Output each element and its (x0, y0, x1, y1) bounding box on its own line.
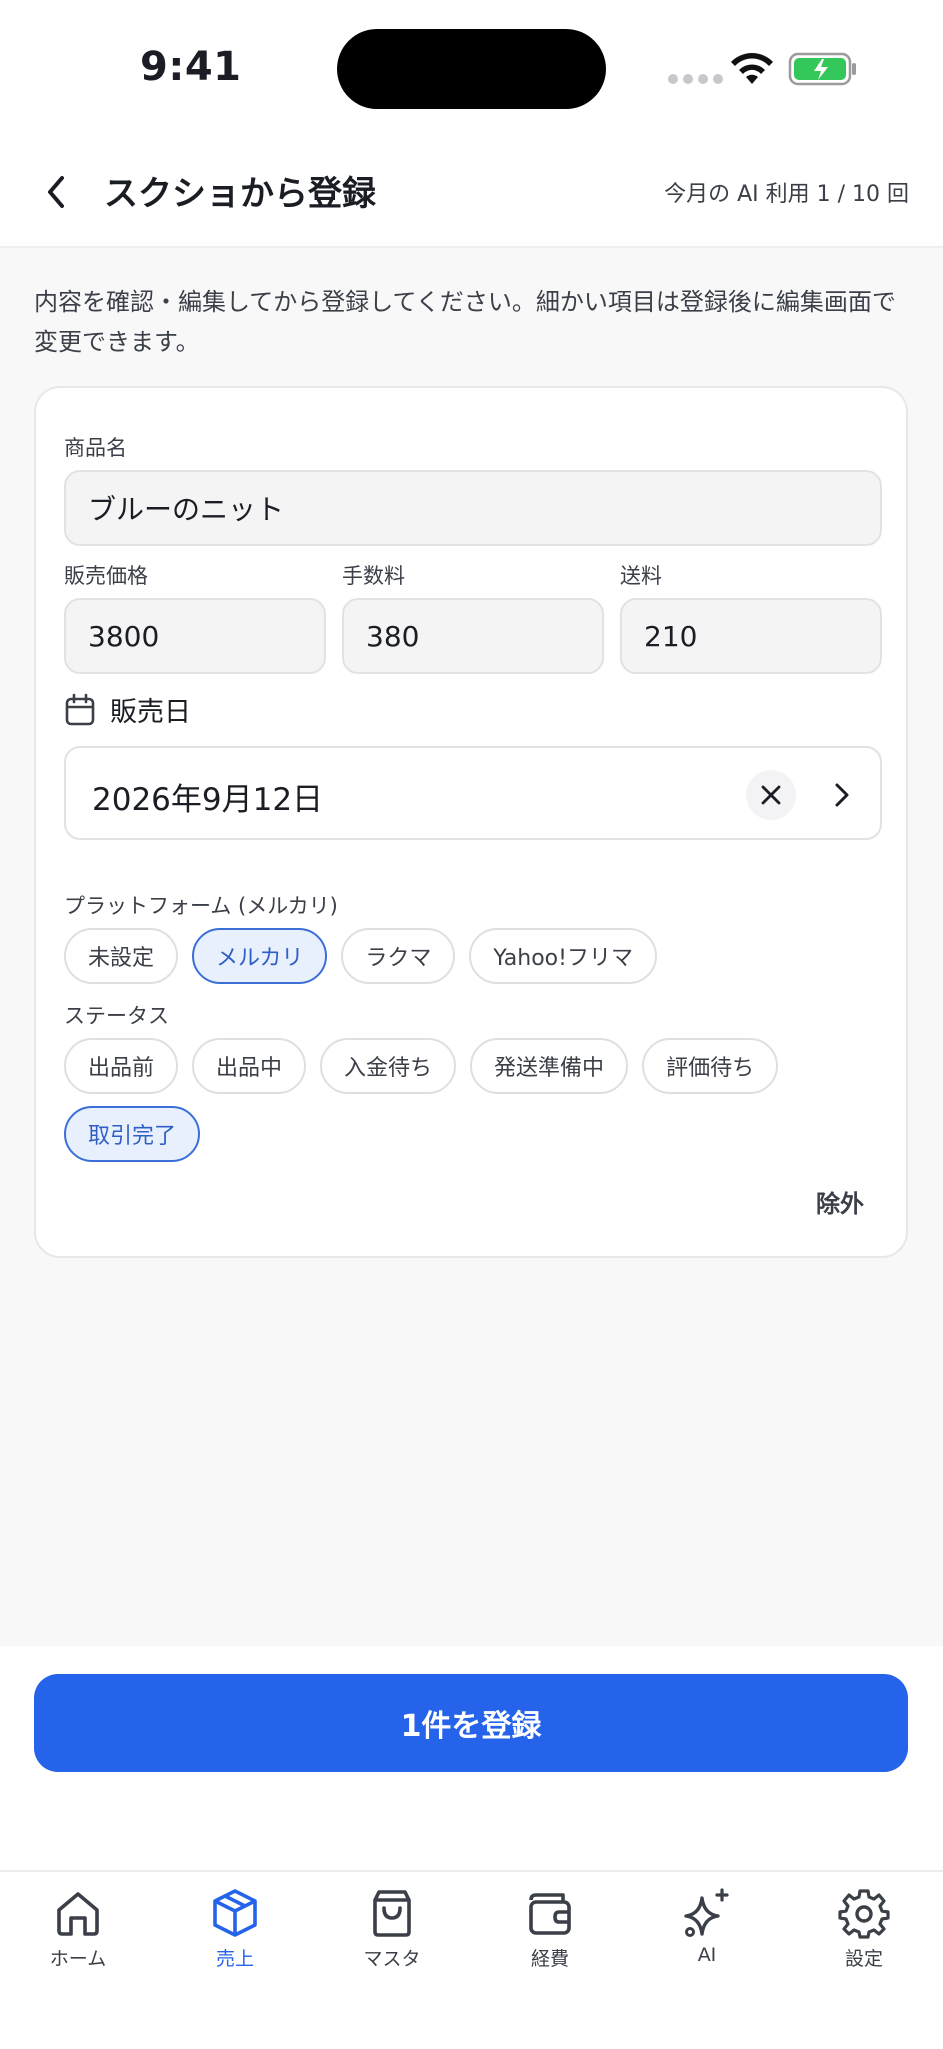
home-icon (57, 1892, 99, 1936)
tab-home-label: ホーム (49, 1948, 107, 1970)
sparkle-icon (684, 1888, 729, 1937)
tab-sales[interactable]: 売上 (165, 1886, 305, 1971)
exclude-button[interactable]: 除外 (816, 1184, 864, 1219)
signal-icon (668, 74, 723, 84)
tab-master-label: マスタ (363, 1948, 421, 1970)
status-chips: 出品前 出品中 入金待ち 発送準備中 評価待ち (64, 1038, 779, 1094)
tab-settings[interactable]: 設定 (794, 1886, 934, 1971)
platform-chip-rakuma[interactable]: ラクマ (341, 928, 456, 984)
dynamic-island (337, 29, 606, 109)
item-card: 商品名 ブルーのニット 販売価格 3800 手数料 380 送料 210 販売日… (34, 386, 908, 1258)
close-icon (761, 785, 781, 805)
wifi-icon (731, 53, 773, 84)
platform-chip-yahoo[interactable]: Yahoo!フリマ (469, 928, 657, 984)
chevron-left-icon (48, 176, 64, 208)
ai-usage-quota: 今月の AI 利用 1 / 10 回 (664, 182, 909, 207)
clear-date-button[interactable] (746, 770, 796, 820)
tab-sales-label: 売上 (215, 1948, 254, 1970)
date-open-button[interactable] (824, 776, 860, 814)
nav-header: スクショから登録 今月の AI 利用 1 / 10 回 (0, 140, 943, 248)
status-chips-row2: 取引完了 (64, 1106, 201, 1162)
tab-settings-label: 設定 (844, 1948, 883, 1970)
status-time: 9:41 (140, 44, 242, 90)
screen: 9:41 スクショから登録 今月の AI 利用 1 / 10 回 内容を確認・編… (0, 0, 943, 2049)
fee-field[interactable]: 380 (342, 598, 604, 674)
tab-ai-label: AI (697, 1944, 717, 1966)
register-button[interactable]: 1件を登録 (34, 1674, 908, 1772)
status-chip-completed[interactable]: 取引完了 (64, 1106, 201, 1162)
shipping-label: 送料 (620, 564, 662, 588)
page-title: スクショから登録 (104, 174, 376, 214)
status-chip-listing[interactable]: 出品中 (192, 1038, 307, 1094)
tab-bar: ホーム 売上 マスタ 経費 AI 設定 (0, 1870, 943, 2049)
tab-expenses-label: 経費 (530, 1948, 569, 1970)
chevron-right-icon (835, 783, 849, 807)
bag-icon (373, 1890, 411, 1937)
price-field[interactable]: 3800 (64, 598, 326, 674)
date-picker[interactable]: 2026年9月12日 (64, 746, 882, 840)
status-chip-before-listing[interactable]: 出品前 (64, 1038, 179, 1094)
tab-expenses[interactable]: 経費 (480, 1886, 620, 1971)
status-chip-awaiting-payment[interactable]: 入金待ち (320, 1038, 457, 1094)
date-header: 販売日 (64, 690, 191, 729)
back-button[interactable] (36, 168, 76, 216)
gear-icon (838, 1889, 890, 1939)
platform-chips: 未設定 メルカリ ラクマ Yahoo!フリマ (64, 928, 657, 984)
status-chip-preparing-shipment[interactable]: 発送準備中 (470, 1038, 629, 1094)
platform-chip-unset[interactable]: 未設定 (64, 928, 179, 984)
battery-icon (788, 52, 856, 86)
shipping-field[interactable]: 210 (620, 598, 882, 674)
status-chip-awaiting-review[interactable]: 評価待ち (642, 1038, 779, 1094)
intro-text: 内容を確認・編集してから登録してください。細かい項目は登録後に編集画面で変更でき… (34, 288, 896, 356)
price-label: 販売価格 (64, 564, 148, 588)
tab-ai[interactable]: AI (637, 1886, 777, 1966)
tab-home[interactable]: ホーム (8, 1886, 148, 1971)
box-icon (213, 1889, 257, 1937)
tab-master[interactable]: マスタ (322, 1886, 462, 1971)
name-field[interactable]: ブルーのニット (64, 470, 882, 546)
date-label: 販売日 (110, 697, 191, 728)
fee-label: 手数料 (342, 564, 405, 588)
calendar-icon (65, 693, 95, 725)
status-label: ステータス (64, 1004, 169, 1028)
name-label: 商品名 (64, 436, 127, 460)
platform-chip-mercari[interactable]: メルカリ (192, 928, 328, 984)
wallet-icon (529, 1893, 571, 1935)
date-value: 2026年9月12日 (92, 782, 324, 818)
status-bar: 9:41 (0, 0, 943, 140)
platform-label: プラットフォーム (メルカリ) (64, 894, 338, 918)
